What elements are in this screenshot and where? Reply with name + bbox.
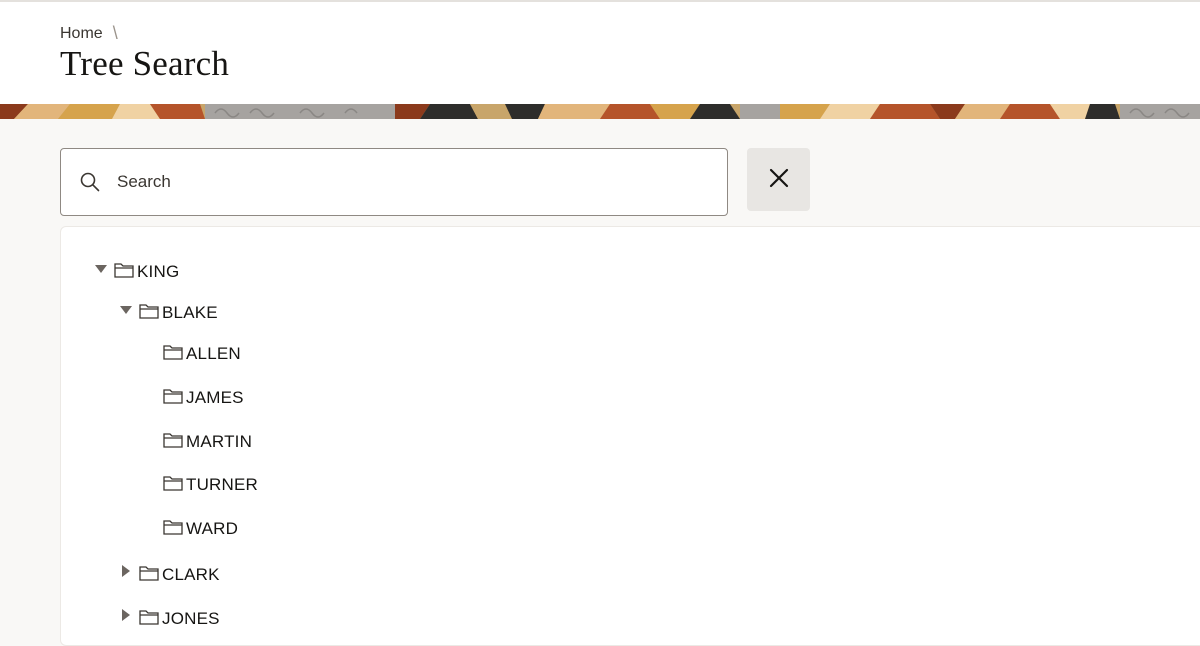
caret-down-icon[interactable] bbox=[119, 303, 133, 317]
search-field[interactable] bbox=[60, 148, 728, 216]
tree-node-label: BLAKE bbox=[162, 303, 218, 322]
tree-node-label: MARTIN bbox=[186, 432, 253, 451]
caret-right-icon[interactable] bbox=[119, 564, 133, 578]
breadcrumb-separator: \ bbox=[112, 23, 118, 43]
folder-icon bbox=[162, 474, 186, 497]
banner-pattern-image bbox=[0, 104, 1200, 119]
tree-node-martin[interactable]: MARTIN bbox=[162, 429, 252, 455]
page-title: Tree Search bbox=[60, 44, 230, 83]
breadcrumb-home-link[interactable]: Home bbox=[60, 25, 103, 43]
tree-node-label: WARD bbox=[186, 519, 239, 538]
folder-icon bbox=[138, 302, 162, 325]
search-input[interactable] bbox=[117, 149, 717, 215]
caret-down-icon[interactable] bbox=[94, 262, 108, 276]
tree-node-allen[interactable]: ALLEN bbox=[162, 341, 241, 367]
folder-icon bbox=[138, 564, 162, 587]
folder-icon bbox=[162, 343, 186, 366]
caret-right-icon[interactable] bbox=[119, 608, 133, 622]
folder-icon bbox=[162, 518, 186, 541]
tree-node-king[interactable]: KING bbox=[91, 259, 179, 285]
folder-icon bbox=[162, 431, 186, 454]
tree-node-turner[interactable]: TURNER bbox=[162, 472, 258, 498]
breadcrumb: Home \ bbox=[60, 23, 118, 44]
tree-panel: KING BLAKE ALLEN JAMES MARTIN TURNER WAR… bbox=[60, 226, 1200, 646]
tree-node-jones[interactable]: JONES bbox=[116, 606, 220, 632]
tree-node-label: JAMES bbox=[186, 388, 244, 407]
page-header: Home \ Tree Search bbox=[0, 2, 1200, 104]
folder-icon bbox=[162, 387, 186, 410]
tree-node-ward[interactable]: WARD bbox=[162, 516, 238, 542]
tree-node-blake[interactable]: BLAKE bbox=[116, 300, 218, 326]
folder-icon bbox=[138, 608, 162, 631]
tree-node-label: KING bbox=[137, 262, 180, 281]
tree-node-label: ALLEN bbox=[186, 344, 241, 363]
tree-node-label: CLARK bbox=[162, 565, 220, 584]
search-icon bbox=[79, 171, 101, 193]
tree-node-label: JONES bbox=[162, 609, 220, 628]
tree-node-james[interactable]: JAMES bbox=[162, 385, 244, 411]
tree-node-clark[interactable]: CLARK bbox=[116, 562, 220, 588]
folder-icon bbox=[113, 261, 137, 284]
decorative-banner bbox=[0, 104, 1200, 119]
close-icon bbox=[768, 167, 790, 192]
clear-search-button[interactable] bbox=[747, 148, 810, 211]
tree-node-label: TURNER bbox=[186, 475, 259, 494]
